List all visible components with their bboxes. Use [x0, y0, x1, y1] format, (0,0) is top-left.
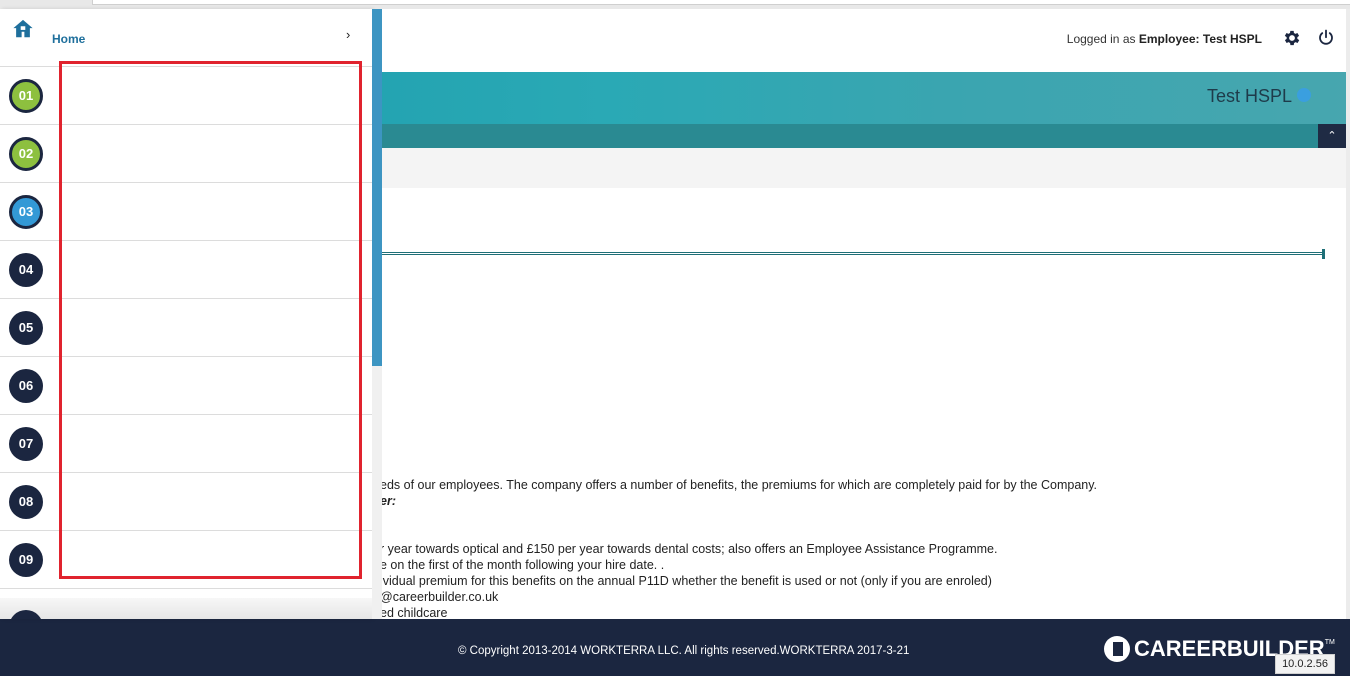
step-number: 05 — [9, 311, 43, 345]
step-number: 07 — [9, 427, 43, 461]
careerbuilder-logo-mark — [1104, 636, 1130, 662]
sidebar-step-partial[interactable] — [0, 598, 372, 619]
sidebar-item-home[interactable]: Home › — [0, 9, 372, 67]
step-number: 04 — [9, 253, 43, 287]
login-role: Employee: — [1138, 32, 1200, 46]
content-line: eds of our employees. The company offers… — [380, 478, 1098, 492]
chevron-up-icon[interactable]: ⌃ — [1318, 124, 1346, 148]
chevron-right-icon[interactable]: › — [346, 27, 350, 42]
version-badge: 10.0.2.56 — [1275, 654, 1335, 674]
content-line: er: — [380, 494, 396, 508]
highlight-box — [59, 61, 362, 579]
progress-line — [370, 252, 1324, 255]
browser-top-strip — [0, 0, 1350, 9]
step-number: 03 — [9, 195, 43, 229]
step-number-partial — [9, 610, 43, 619]
info-icon[interactable] — [1297, 88, 1311, 102]
content-line: e on the first of the month following yo… — [380, 558, 665, 572]
step-number: 02 — [9, 137, 43, 171]
login-user: Test HSPL — [1202, 32, 1262, 46]
page-scrollbar[interactable] — [1346, 9, 1350, 619]
content-line: @careerbuilder.co.uk — [380, 590, 499, 604]
step-number: 08 — [9, 485, 43, 519]
login-prefix: Logged in as — [1066, 32, 1136, 46]
copyright-text: © Copyright 2013-2014 WORKTERRA LLC. All… — [458, 645, 910, 657]
content-line: ividual premium for this benefits on the… — [380, 574, 992, 588]
content-line: ed childcare — [380, 606, 448, 620]
progress-line-end — [1322, 249, 1325, 259]
login-info: Logged in as Employee: Test HSPL — [1067, 32, 1262, 46]
page-footer: © Copyright 2013-2014 WORKTERRA LLC. All… — [0, 619, 1350, 676]
panel-scrollbar-thumb[interactable] — [372, 9, 382, 366]
step-number: 09 — [9, 543, 43, 577]
home-icon — [13, 19, 33, 38]
address-bar[interactable] — [92, 0, 1350, 5]
home-label: Home — [52, 32, 86, 46]
gear-icon[interactable] — [1282, 28, 1302, 48]
content-line: r year towards optical and £150 per year… — [380, 542, 998, 556]
step-number: 01 — [9, 79, 43, 113]
power-icon[interactable] — [1317, 29, 1335, 47]
banner-title: Test HSPL — [1206, 86, 1292, 106]
trademark-mark: TM — [1324, 639, 1335, 646]
step-number: 06 — [9, 369, 43, 403]
